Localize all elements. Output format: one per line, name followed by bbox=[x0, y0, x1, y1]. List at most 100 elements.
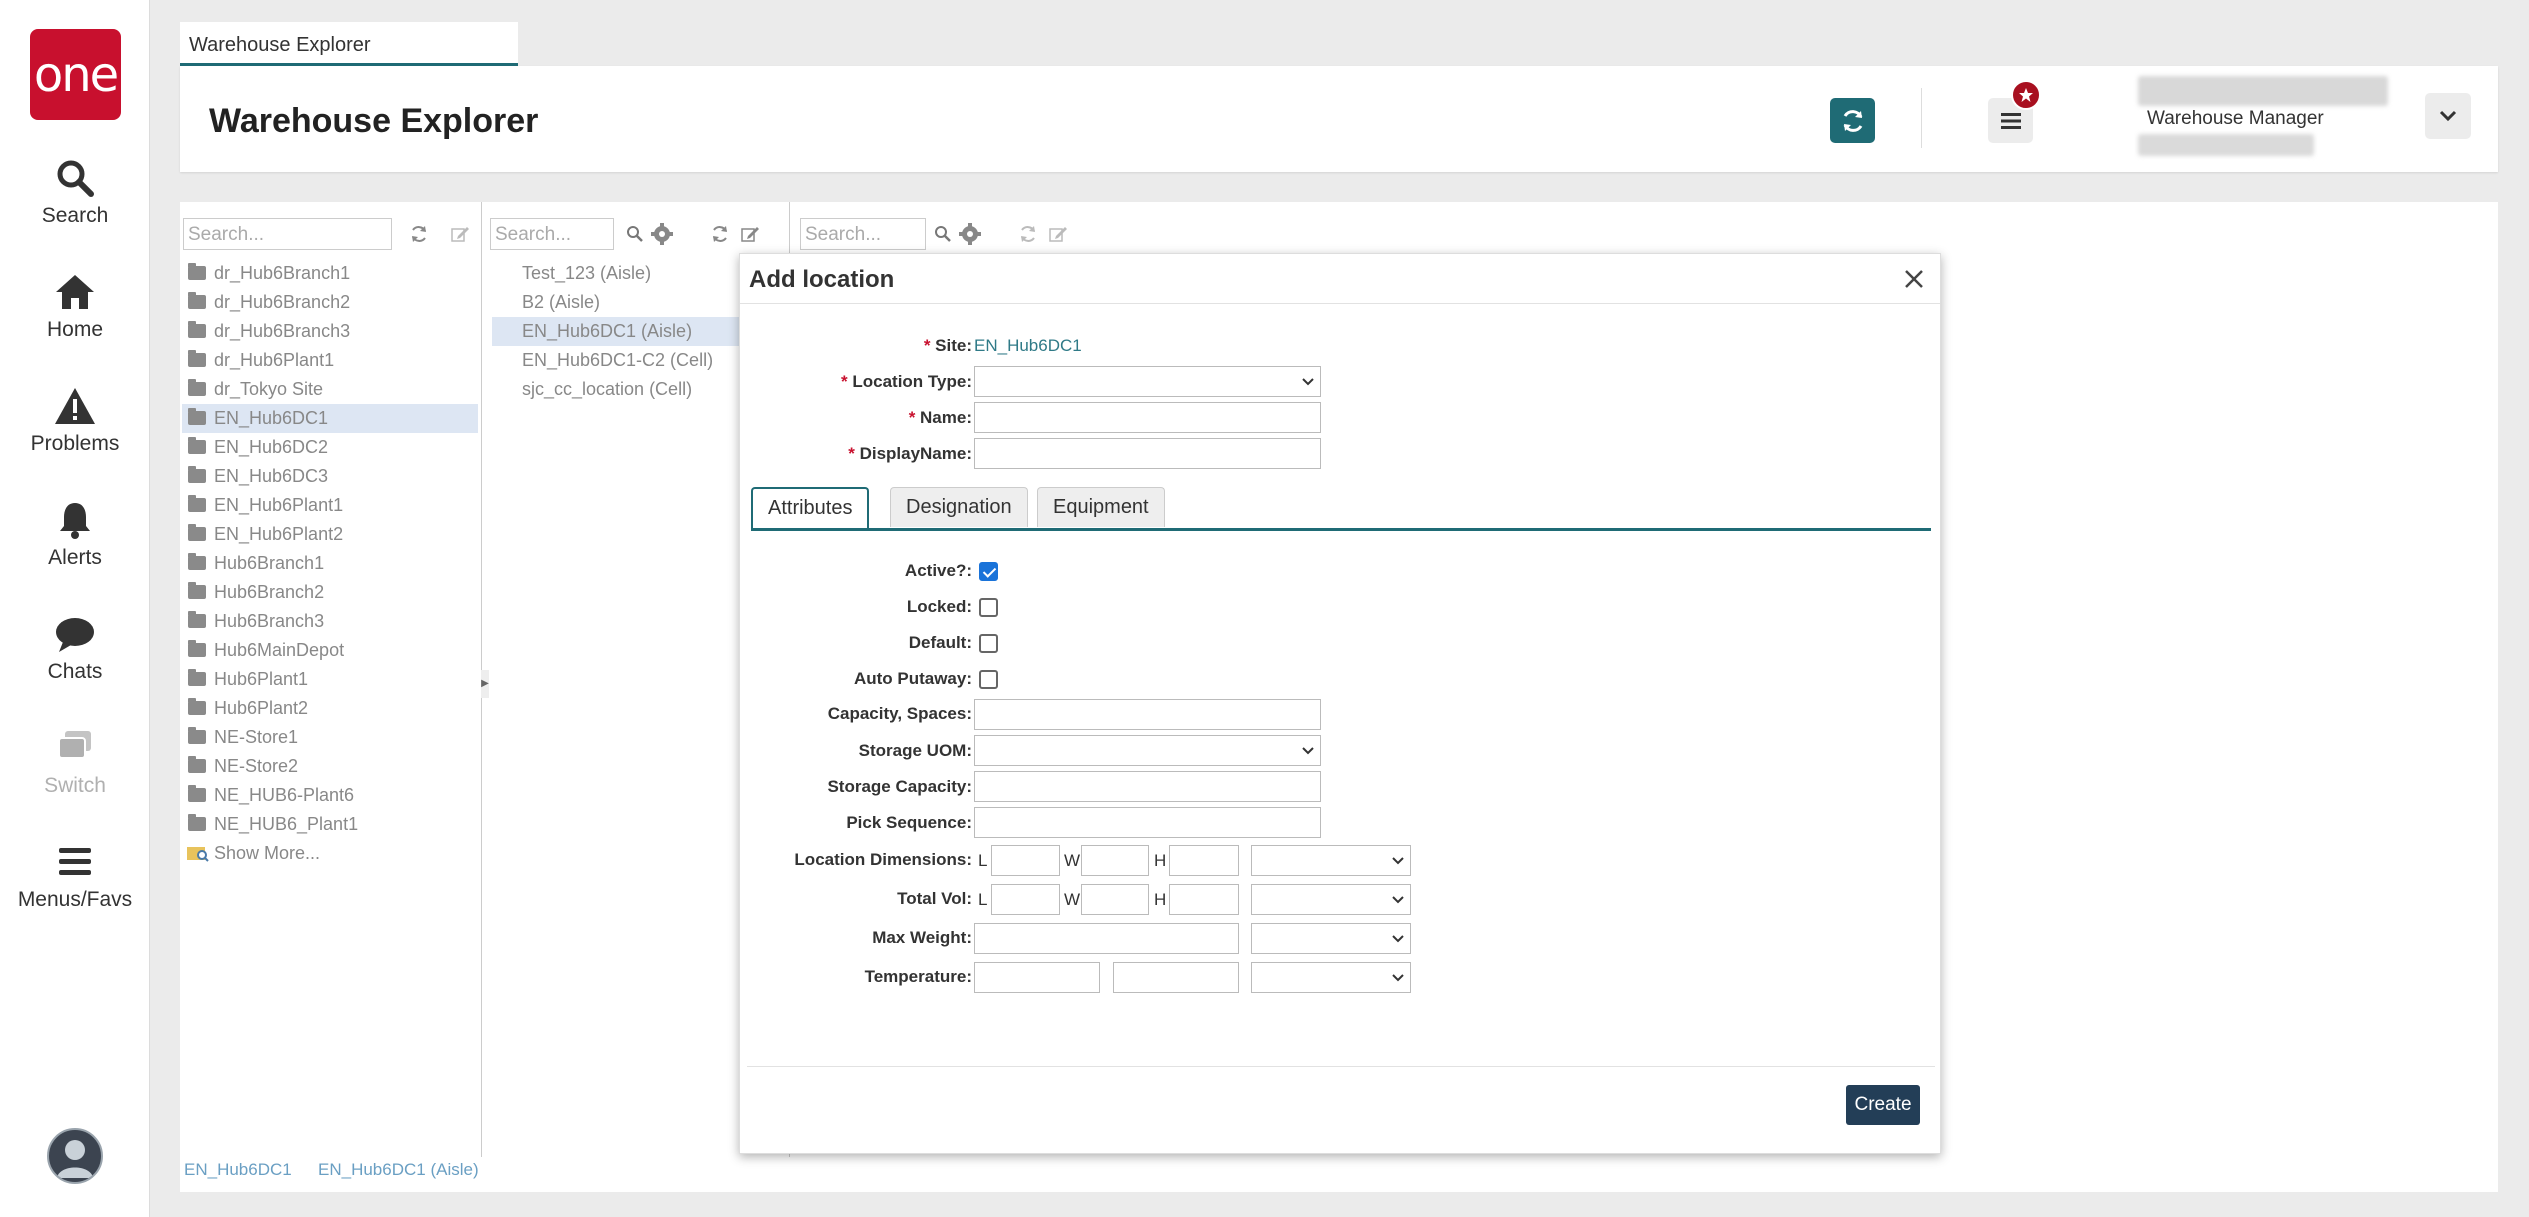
storage-capacity-input[interactable] bbox=[974, 771, 1321, 802]
tab-equipment[interactable]: Equipment bbox=[1037, 487, 1165, 527]
site-row[interactable]: dr_Hub6Plant1 bbox=[182, 346, 478, 375]
site-row[interactable]: dr_Tokyo Site bbox=[182, 375, 478, 404]
nav-problems[interactable]: Problems bbox=[0, 386, 150, 456]
site-row[interactable]: Hub6Branch3 bbox=[182, 607, 478, 636]
location-type-select[interactable] bbox=[974, 366, 1321, 397]
nav-menus-favs[interactable]: Menus/Favs bbox=[0, 842, 150, 912]
switch-icon bbox=[58, 731, 91, 759]
sublocations-search-input[interactable]: Search... bbox=[800, 218, 926, 250]
locations-settings-icon[interactable] bbox=[650, 222, 674, 246]
tab-attributes[interactable]: Attributes bbox=[751, 487, 870, 530]
temperature-uom-select[interactable] bbox=[1251, 962, 1411, 993]
sites-search-input[interactable]: Search... bbox=[183, 218, 392, 250]
refresh-button[interactable] bbox=[1830, 98, 1875, 143]
temperature-min-input[interactable] bbox=[974, 962, 1100, 993]
vol-width-input[interactable] bbox=[1081, 884, 1149, 915]
capacity-input[interactable] bbox=[974, 699, 1321, 730]
temperature-max-input[interactable] bbox=[1113, 962, 1239, 993]
site-row[interactable]: Hub6Branch1 bbox=[182, 549, 478, 578]
dim-h-label: H bbox=[1154, 851, 1167, 870]
site-row[interactable]: NE_HUB6-Plant6 bbox=[182, 781, 478, 810]
storage-uom-select[interactable] bbox=[974, 735, 1321, 766]
site-row[interactable]: Hub6Branch2 bbox=[182, 578, 478, 607]
status-location[interactable]: EN_Hub6DC1 (Aisle) bbox=[318, 1160, 479, 1180]
active-label: Active?: bbox=[904, 561, 972, 580]
chevron-down-icon bbox=[1386, 885, 1410, 914]
folder-icon bbox=[188, 321, 206, 338]
site-row[interactable]: dr_Hub6Branch3 bbox=[182, 317, 478, 346]
locations-search-input[interactable]: Search... bbox=[490, 218, 614, 250]
site-row[interactable]: EN_Hub6DC2 bbox=[182, 433, 478, 462]
nav-home[interactable]: Home bbox=[0, 272, 150, 342]
site-row[interactable]: EN_Hub6DC3 bbox=[182, 462, 478, 491]
sites-panel: Search... dr_Hub6Branch1 dr_Hub6Branch2 … bbox=[180, 202, 482, 1157]
sites-edit-icon[interactable] bbox=[448, 222, 472, 246]
folder-icon bbox=[188, 785, 206, 802]
show-more-link[interactable]: Show More... bbox=[182, 839, 478, 868]
site-row[interactable]: Hub6Plant2 bbox=[182, 694, 478, 723]
tab-warehouse-explorer[interactable]: Warehouse Explorer bbox=[180, 22, 518, 66]
create-button[interactable]: Create bbox=[1846, 1085, 1920, 1125]
active-checkbox[interactable] bbox=[979, 562, 998, 581]
name-label: * Name: bbox=[908, 408, 972, 427]
dim-length-input[interactable] bbox=[991, 845, 1060, 876]
max-weight-input[interactable] bbox=[974, 923, 1239, 954]
sublocations-edit-icon[interactable] bbox=[1046, 222, 1070, 246]
site-row[interactable]: dr_Hub6Branch1 bbox=[182, 259, 478, 288]
site-row[interactable]: Hub6Plant1 bbox=[182, 665, 478, 694]
default-checkbox[interactable] bbox=[979, 634, 998, 653]
status-site[interactable]: EN_Hub6DC1 bbox=[184, 1160, 292, 1180]
sublocations-search-icon[interactable] bbox=[931, 222, 955, 246]
vol-height-input[interactable] bbox=[1169, 884, 1239, 915]
locked-checkbox[interactable] bbox=[979, 598, 998, 617]
folder-icon bbox=[188, 263, 206, 280]
dialog-title: Add location bbox=[749, 266, 895, 293]
tab-designation[interactable]: Designation bbox=[890, 487, 1028, 527]
locations-edit-icon[interactable] bbox=[738, 222, 762, 246]
vol-uom-select[interactable] bbox=[1251, 884, 1411, 915]
dim-height-input[interactable] bbox=[1169, 845, 1239, 876]
user-menu-toggle[interactable] bbox=[2425, 93, 2471, 139]
site-row[interactable]: dr_Hub6Branch2 bbox=[182, 288, 478, 317]
folder-icon bbox=[188, 524, 206, 541]
sites-refresh-icon[interactable] bbox=[407, 222, 431, 246]
site-value[interactable]: EN_Hub6DC1 bbox=[974, 336, 1082, 356]
displayname-input[interactable] bbox=[974, 438, 1321, 469]
capacity-label: Capacity, Spaces: bbox=[827, 704, 972, 723]
dim-l-label: L bbox=[978, 851, 988, 870]
user-name-redacted bbox=[2138, 76, 2388, 106]
storage-capacity-label: Storage Capacity: bbox=[827, 777, 972, 796]
name-input[interactable] bbox=[974, 402, 1321, 433]
auto-putaway-checkbox[interactable] bbox=[979, 670, 998, 689]
dim-uom-select[interactable] bbox=[1251, 845, 1411, 876]
dim-width-input[interactable] bbox=[1081, 845, 1149, 876]
nav-search[interactable]: Search bbox=[0, 158, 150, 228]
locations-refresh-icon[interactable] bbox=[708, 222, 732, 246]
site-row-selected[interactable]: EN_Hub6DC1 bbox=[182, 404, 478, 433]
user-org-redacted bbox=[2138, 134, 2314, 156]
close-icon[interactable] bbox=[1903, 268, 1925, 290]
nav-chats[interactable]: Chats bbox=[0, 614, 150, 684]
user-avatar[interactable] bbox=[47, 1128, 103, 1184]
site-row[interactable]: EN_Hub6Plant1 bbox=[182, 491, 478, 520]
locations-search-icon[interactable] bbox=[623, 222, 647, 246]
folder-icon bbox=[188, 669, 206, 686]
panel-splitter[interactable]: ▶ bbox=[481, 670, 489, 698]
site-row[interactable]: NE_HUB6_Plant1 bbox=[182, 810, 478, 839]
sublocations-settings-icon[interactable] bbox=[958, 222, 982, 246]
pick-sequence-input[interactable] bbox=[974, 807, 1321, 838]
site-row[interactable]: NE-Store2 bbox=[182, 752, 478, 781]
header-divider bbox=[1921, 88, 1922, 148]
site-row[interactable]: Hub6MainDepot bbox=[182, 636, 478, 665]
nav-menus-favs-label: Menus/Favs bbox=[17, 888, 133, 911]
vol-length-input[interactable] bbox=[991, 884, 1060, 915]
nav-alerts[interactable]: Alerts bbox=[0, 500, 150, 570]
site-row[interactable]: EN_Hub6Plant2 bbox=[182, 520, 478, 549]
weight-uom-select[interactable] bbox=[1251, 923, 1411, 954]
sublocations-refresh-icon[interactable] bbox=[1016, 222, 1040, 246]
one-logo[interactable]: one bbox=[30, 29, 121, 120]
dialog-header: Add location bbox=[740, 254, 1940, 304]
user-role: Warehouse Manager bbox=[2147, 108, 2324, 129]
star-badge bbox=[2011, 80, 2041, 110]
site-row[interactable]: NE-Store1 bbox=[182, 723, 478, 752]
